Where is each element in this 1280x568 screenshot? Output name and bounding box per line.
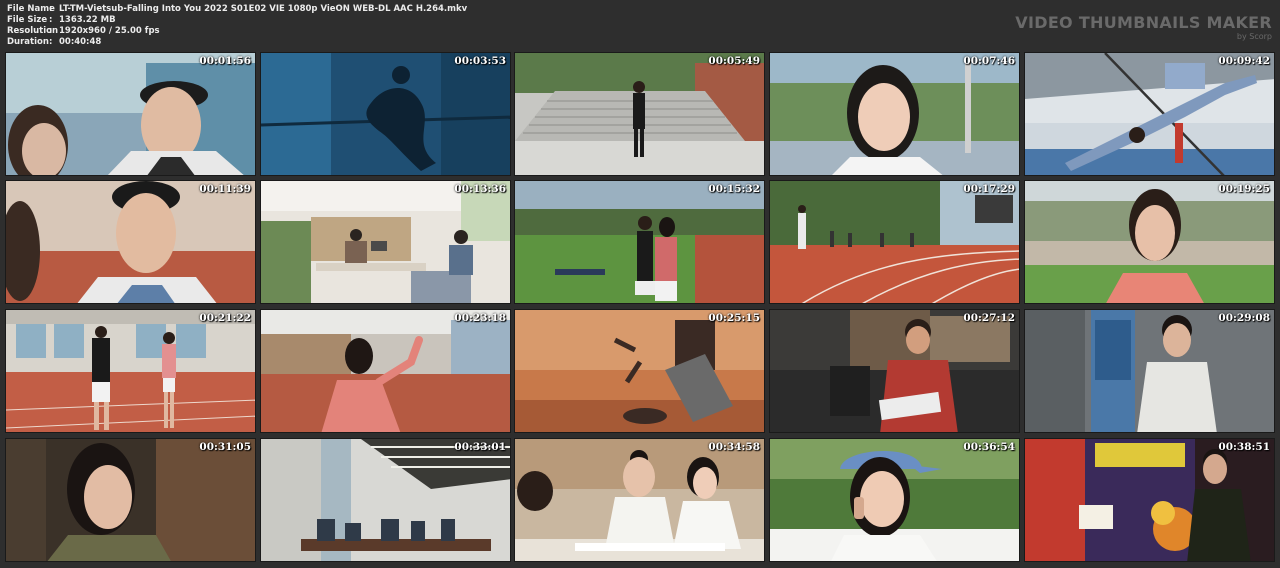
timestamp: 00:36:54 [963,441,1015,453]
thumbnail-image [515,53,764,175]
thumbnail-image [1025,439,1274,561]
thumbnail[interactable]: 00:19:25 [1024,180,1275,304]
timestamp: 00:27:12 [963,312,1015,324]
thumbnail[interactable]: 00:34:58 [514,438,765,562]
thumbnail[interactable]: 00:07:46 [769,52,1020,176]
thumbnail-image [770,181,1019,303]
thumbnail-image [770,53,1019,175]
thumbnail[interactable]: 00:29:08 [1024,309,1275,433]
thumbnail-image [770,310,1019,432]
thumbnail-image [515,181,764,303]
thumbnail[interactable]: 00:11:39 [5,180,256,304]
thumbnail[interactable]: 00:05:49 [514,52,765,176]
thumbnail-image [6,53,255,175]
timestamp: 00:15:32 [708,183,760,195]
thumbnail-image [515,310,764,432]
timestamp: 00:21:22 [199,312,251,324]
thumbnail-image [6,310,255,432]
thumbnail-image [1025,181,1274,303]
timestamp: 00:11:39 [199,183,251,195]
timestamp: 00:01:56 [199,55,251,67]
timestamp: 00:03:53 [454,55,506,67]
timestamp: 00:07:46 [963,55,1015,67]
thumbnail-grid: 00:01:56 00:03:53 00:05:49 00:07:46 00:0… [0,0,1280,568]
thumbnail[interactable]: 00:38:51 [1024,438,1275,562]
thumbnail-image [261,310,510,432]
thumbnail[interactable]: 00:27:12 [769,309,1020,433]
thumbnail-image [1025,53,1274,175]
thumbnail[interactable]: 00:21:22 [5,309,256,433]
timestamp: 00:25:15 [708,312,760,324]
thumbnail[interactable]: 00:15:32 [514,180,765,304]
thumbnail[interactable]: 00:36:54 [769,438,1020,562]
timestamp: 00:33:01 [454,441,506,453]
timestamp: 00:31:05 [199,441,251,453]
thumbnail-image [6,181,255,303]
thumbnail-image [1025,310,1274,432]
thumbnail[interactable]: 00:13:36 [260,180,511,304]
thumbnail[interactable]: 00:09:42 [1024,52,1275,176]
thumbnail[interactable]: 00:33:01 [260,438,511,562]
thumbnail-image [261,53,510,175]
thumbnail[interactable]: 00:01:56 [5,52,256,176]
thumbnail[interactable]: 00:03:53 [260,52,511,176]
thumbnail-image [770,439,1019,561]
timestamp: 00:19:25 [1218,183,1270,195]
thumbnail[interactable]: 00:23:18 [260,309,511,433]
thumbnail-image [261,181,510,303]
timestamp: 00:34:58 [708,441,760,453]
timestamp: 00:05:49 [708,55,760,67]
thumbnail[interactable]: 00:17:29 [769,180,1020,304]
timestamp: 00:38:51 [1218,441,1270,453]
timestamp: 00:29:08 [1218,312,1270,324]
thumbnail[interactable]: 00:31:05 [5,438,256,562]
thumbnail-image [6,439,255,561]
thumbnail-image [261,439,510,561]
timestamp: 00:09:42 [1218,55,1270,67]
timestamp: 00:23:18 [454,312,506,324]
timestamp: 00:17:29 [963,183,1015,195]
thumbnail[interactable]: 00:25:15 [514,309,765,433]
thumbnail-image [515,439,764,561]
timestamp: 00:13:36 [454,183,506,195]
